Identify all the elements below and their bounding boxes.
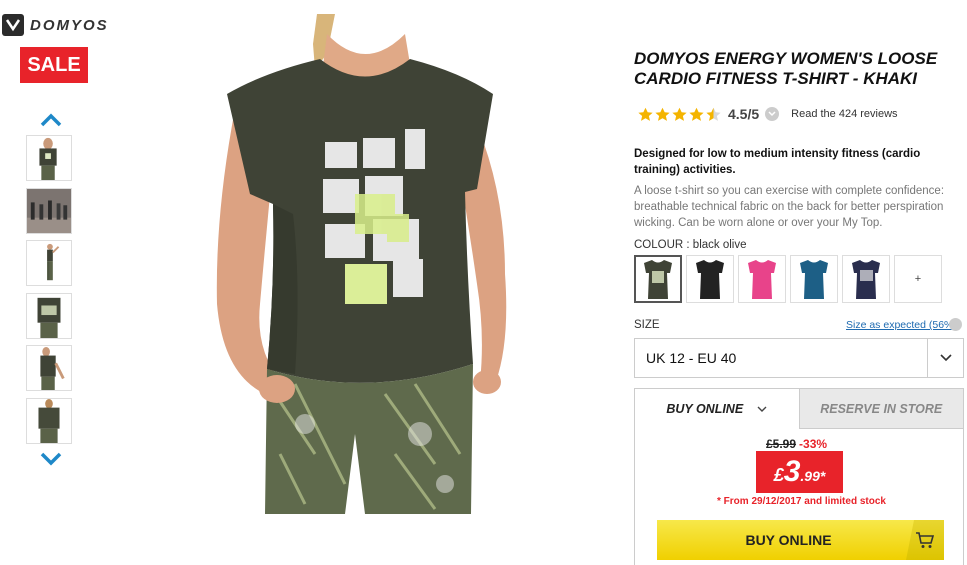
price-integer: 3 [783, 455, 801, 488]
half-star-icon [706, 107, 721, 121]
thumbnail-list [26, 135, 74, 450]
thumbnail-front-view[interactable] [26, 135, 72, 181]
thumbnail-front-closeup[interactable] [26, 292, 72, 339]
old-price: £5.99 -33% [766, 437, 827, 451]
tab-buy-online-label: BUY ONLINE [666, 402, 744, 416]
chevron-up-icon[interactable] [40, 113, 62, 127]
rating-row[interactable]: 4.5/5 Read the 424 reviews [638, 106, 898, 122]
star-icon [689, 107, 704, 121]
size-select[interactable]: UK 12 - EU 40 [634, 338, 964, 378]
product-summary: Designed for low to medium intensity fit… [634, 148, 921, 176]
swatch-black[interactable] [686, 255, 734, 303]
colour-swatches: + [634, 255, 942, 303]
product-main-image[interactable] [205, 14, 525, 514]
thumbnail-side-view[interactable] [26, 345, 72, 391]
chevron-down-icon [757, 406, 767, 412]
more-colours-label: + [914, 273, 922, 285]
discount-value: -33% [799, 437, 828, 451]
star-icon [655, 107, 670, 121]
size-selected-value: UK 12 - EU 40 [646, 350, 737, 366]
product-page: DOMYOS SALE DOMYOS ENERGY WOMEN'S LOOSE … [0, 0, 967, 565]
domyos-logo-icon [2, 14, 24, 36]
buy-online-button-label: BUY ONLINE [745, 532, 832, 548]
info-icon[interactable] [949, 318, 962, 331]
promo-note: * From 29/12/2017 and limited stock [717, 496, 886, 507]
colour-value: black olive [692, 239, 747, 251]
swatch-navy[interactable] [842, 255, 890, 303]
tab-buy-online[interactable]: BUY ONLINE [635, 389, 799, 429]
buy-online-button[interactable]: BUY ONLINE [657, 520, 944, 560]
old-price-value: £5.99 [766, 437, 797, 451]
colour-label-text: COLOUR : [634, 239, 693, 251]
purchase-tabs: BUY ONLINE RESERVE IN STORE [635, 389, 963, 429]
size-guide-link[interactable]: Size as expected (56%) [846, 319, 957, 331]
tab-reserve-in-store[interactable]: RESERVE IN STORE [798, 389, 963, 429]
swatch-blue[interactable] [790, 255, 838, 303]
colour-label: COLOUR : black olive [634, 239, 747, 251]
sale-badge: SALE [20, 47, 88, 83]
chevron-down-icon[interactable] [927, 339, 963, 377]
size-label: SIZE [634, 319, 660, 331]
buy-box: BUY ONLINE RESERVE IN STORE £5.99 -33% £3… [634, 388, 964, 565]
more-colours-button[interactable]: + [894, 255, 942, 303]
price-decimal: .99* [800, 468, 826, 484]
price-badge: £3.99* [756, 451, 843, 493]
star-icon [638, 107, 653, 121]
price-currency: £ [773, 464, 784, 485]
brand-logo[interactable]: DOMYOS [2, 14, 109, 36]
thumbnail-full-body[interactable] [26, 240, 72, 286]
tab-reserve-label: RESERVE IN STORE [820, 401, 943, 416]
swatch-pink[interactable] [738, 255, 786, 303]
cart-icon [906, 520, 944, 560]
rating-stars [638, 107, 721, 122]
brand-name: DOMYOS [30, 16, 109, 34]
product-description: A loose t-shirt so you can exercise with… [634, 185, 945, 229]
swatch-black-olive[interactable] [634, 255, 682, 303]
thumbnail-back-view[interactable] [26, 397, 72, 444]
thumbnail-gym-class[interactable] [26, 187, 72, 234]
rating-score: 4.5/5 [728, 106, 760, 122]
star-icon [672, 107, 687, 121]
chevron-down-icon[interactable] [40, 452, 62, 466]
product-title: DOMYOS ENERGY WOMEN'S LOOSE CARDIO FITNE… [634, 49, 938, 88]
chevron-down-icon[interactable] [765, 107, 780, 121]
reviews-link[interactable]: Read the 424 reviews [791, 108, 897, 120]
